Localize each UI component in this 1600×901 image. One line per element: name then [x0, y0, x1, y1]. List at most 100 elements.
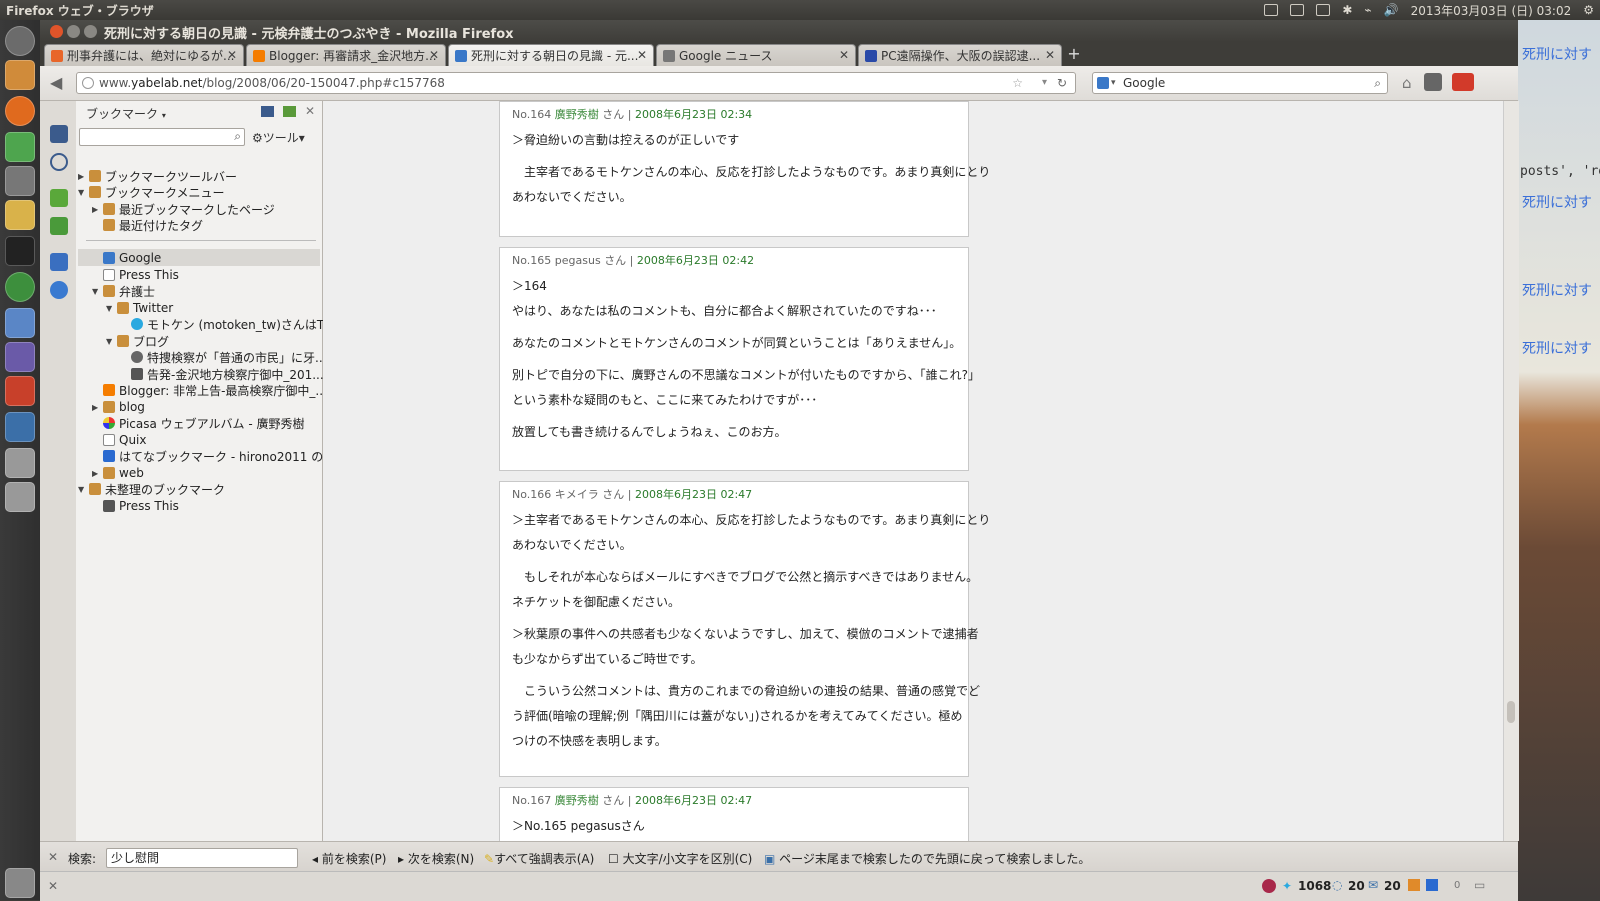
reply-status-icon[interactable]: ◌ — [1332, 878, 1342, 892]
addon-status-icon[interactable] — [1262, 879, 1276, 893]
tree-item[interactable]: ▶ web — [92, 465, 144, 481]
tree-item[interactable]: Picasa ウェブアルバム - 廣野秀樹 — [92, 415, 305, 431]
expand-arrow-icon[interactable]: ▼ — [78, 485, 87, 494]
maximize-window-button[interactable] — [84, 25, 97, 38]
sidebar-title[interactable]: ブックマーク ▾ — [86, 105, 166, 122]
bookmark-star-icon[interactable]: ☆ — [1012, 73, 1023, 93]
tab-3-active[interactable]: 死刑に対する朝日の見識 - 元... ✕ — [448, 44, 654, 66]
tree-item[interactable]: 特捜検察が「普通の市民」に牙... — [120, 349, 326, 365]
google-engine-icon[interactable] — [1097, 77, 1109, 89]
app-icon-3[interactable] — [5, 376, 35, 406]
expand-arrow-icon[interactable]: ▶ — [92, 205, 101, 214]
tree-item[interactable]: ▼ ブックマークメニュー — [78, 184, 225, 200]
tree-item[interactable]: ▶ 最近ブックマークしたページ — [92, 201, 275, 217]
tree-item[interactable]: ▼ Twitter — [106, 300, 173, 316]
history-clock-icon[interactable] — [50, 153, 68, 171]
workspace-icon[interactable] — [5, 412, 35, 442]
gear-icon[interactable]: ⚙ — [1583, 3, 1594, 17]
drive-icon[interactable] — [5, 448, 35, 478]
find-input[interactable]: 少し慰問 — [106, 848, 298, 868]
twitter-status-icon[interactable]: ✦ — [1282, 879, 1292, 893]
close-tab-icon[interactable]: ✕ — [429, 48, 439, 62]
comment-author-link[interactable]: 廣野秀樹 — [555, 794, 599, 807]
expand-arrow-icon[interactable]: ▼ — [78, 188, 87, 197]
tree-item[interactable]: Blogger: 非常上告-最高検察庁御中_... — [92, 382, 327, 398]
close-findbar-icon[interactable]: ✕ — [48, 850, 58, 864]
tree-item[interactable]: はてなブックマーク - hirono2011 のブ... — [92, 448, 347, 464]
text-editor-icon[interactable] — [5, 200, 35, 230]
tree-item[interactable]: 最近付けたタグ — [92, 217, 203, 233]
tree-item-selected[interactable]: Google — [92, 250, 161, 266]
addon-icon[interactable] — [1424, 73, 1442, 91]
sidebar-layout-icon[interactable] — [261, 106, 274, 117]
match-case-checkbox[interactable]: ☐ 大文字/小文字を区別(C) — [608, 850, 752, 867]
scrollbar-thumb[interactable] — [1507, 701, 1515, 723]
site-identity-icon[interactable] — [82, 77, 94, 89]
tree-item[interactable]: ▼ 未整理のブックマーク — [78, 481, 225, 497]
comment-date-link[interactable]: 2008年6月23日 02:47 — [635, 488, 752, 501]
comment-status-icon[interactable]: ▭ — [1474, 878, 1485, 892]
tools-menu-button[interactable]: ⚙ツール▾ — [252, 129, 305, 146]
expand-arrow-icon[interactable]: ▼ — [106, 304, 115, 313]
close-tab-icon[interactable]: ✕ — [839, 48, 849, 62]
app-icon-2[interactable] — [5, 342, 35, 372]
tab-5[interactable]: PC遠隔操作、大阪の誤認逮... ✕ — [858, 44, 1062, 66]
home-icon[interactable]: ⌂ — [1402, 74, 1412, 92]
comment-date-link[interactable]: 2008年6月23日 02:47 — [635, 794, 752, 807]
edit-status-icon[interactable] — [1408, 879, 1420, 891]
settings-app-icon[interactable] — [5, 166, 35, 196]
clock[interactable]: 2013年03月03日 (日) 03:02 — [1411, 2, 1572, 19]
search-icon[interactable]: ⌕ — [1374, 73, 1381, 93]
tree-item[interactable]: ▼ 弁護士 — [92, 283, 155, 299]
tab-4[interactable]: Google ニュース ✕ — [656, 44, 856, 66]
vertical-scrollbar[interactable] — [1503, 101, 1519, 841]
back-arrow-icon[interactable]: ◀ — [50, 73, 62, 92]
reload-icon[interactable]: ↻ — [1057, 73, 1067, 93]
page-content[interactable]: No.164 廣野秀樹 さん | 2008年6月23日 02:34 ＞脅迫紛いの… — [323, 101, 1503, 841]
new-tab-button[interactable]: + — [1064, 44, 1084, 64]
title-bar[interactable]: 死刑に対する朝日の見識 - 元検弁護士のつぶやき - Mozilla Firef… — [40, 20, 1518, 42]
highlight-all-button[interactable]: ✎すべて強調表示(A) — [484, 850, 594, 867]
network-icon[interactable]: ⌁ — [1364, 3, 1371, 17]
tab-2[interactable]: Blogger: 再審請求_金沢地方... ✕ — [246, 44, 446, 66]
tree-item[interactable]: 告発-金沢地方検察庁御中_201... — [120, 366, 324, 382]
find-next-button[interactable]: ▸ 次を検索(N) — [398, 850, 474, 867]
close-addonbar-icon[interactable]: ✕ — [48, 879, 58, 893]
search-bar[interactable]: ▾ Google ⌕ — [1092, 72, 1388, 94]
mail-indicator-icon[interactable] — [1290, 4, 1305, 16]
close-sidebar-icon[interactable]: ✕ — [305, 104, 315, 118]
dropdown-arrow-icon[interactable]: ▾ — [1042, 73, 1047, 93]
tree-item[interactable]: Quix — [92, 432, 147, 448]
gear-sidebar-icon[interactable] — [50, 253, 68, 271]
tree-item[interactable]: Press This — [92, 498, 179, 514]
tree-item[interactable]: モトケン (motoken_tw)さんはT... — [120, 316, 334, 332]
comment-author-link[interactable]: 廣野秀樹 — [555, 108, 599, 121]
sidebar-sync-icon[interactable] — [283, 106, 296, 117]
minimize-window-button[interactable] — [67, 25, 80, 38]
firefox-icon[interactable] — [5, 96, 35, 126]
downloads-icon[interactable] — [50, 189, 68, 207]
spreadsheet-icon[interactable] — [5, 132, 35, 162]
close-tab-icon[interactable]: ✕ — [1045, 48, 1055, 62]
url-bar[interactable]: www.yabelab.net/blog/2008/06/20-150047.p… — [76, 72, 1076, 94]
volume-icon[interactable]: 🔊 — [1384, 3, 1399, 17]
close-window-button[interactable] — [50, 25, 63, 38]
chrome-icon[interactable] — [5, 272, 35, 302]
app-icon[interactable] — [5, 308, 35, 338]
drive-icon-2[interactable] — [5, 482, 35, 512]
terminal-icon[interactable] — [5, 236, 35, 266]
close-tab-icon[interactable]: ✕ — [637, 48, 647, 62]
battery-icon[interactable] — [1316, 4, 1331, 16]
files-icon[interactable] — [5, 60, 35, 90]
tree-item[interactable]: ▶ ブックマークツールバー — [78, 168, 237, 184]
comment-date-link[interactable]: 2008年6月23日 02:42 — [637, 254, 754, 267]
expand-arrow-icon[interactable]: ▶ — [92, 403, 101, 412]
tree-item[interactable]: Press This — [92, 267, 179, 283]
tree-item[interactable]: ▶ blog — [92, 399, 145, 415]
expand-arrow-icon[interactable]: ▶ — [78, 172, 87, 181]
expand-arrow-icon[interactable]: ▼ — [106, 337, 115, 346]
close-tab-icon[interactable]: ✕ — [227, 48, 237, 62]
bluetooth-icon[interactable]: ✱ — [1342, 3, 1352, 17]
comment-date-link[interactable]: 2008年6月23日 02:34 — [635, 108, 752, 121]
expand-arrow-icon[interactable]: ▼ — [92, 287, 101, 296]
